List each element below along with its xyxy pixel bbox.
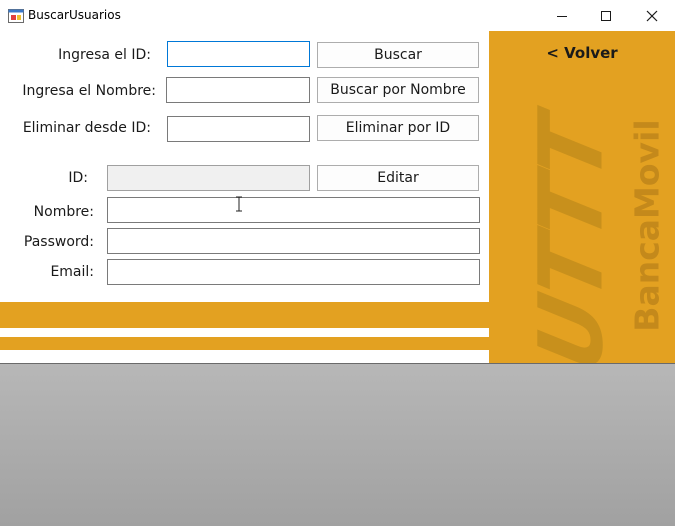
email-label: Email: bbox=[50, 264, 94, 280]
email-field[interactable] bbox=[107, 259, 480, 285]
text-cursor-icon bbox=[236, 196, 242, 212]
search-name-label: Ingresa el Nombre: bbox=[22, 83, 156, 99]
minimize-icon bbox=[557, 15, 567, 17]
close-icon bbox=[646, 10, 658, 21]
window-title: BuscarUsuarios bbox=[28, 8, 121, 22]
empty-background-area bbox=[0, 363, 675, 526]
password-field[interactable] bbox=[107, 228, 480, 254]
search-id-label: Ingresa el ID: bbox=[58, 47, 151, 63]
search-button[interactable]: Buscar bbox=[317, 42, 479, 68]
user-id-label: ID: bbox=[68, 170, 88, 186]
user-name-field[interactable] bbox=[107, 197, 480, 223]
maximize-button[interactable] bbox=[583, 0, 629, 31]
back-link[interactable]: < Volver bbox=[489, 44, 675, 62]
decorative-stripe bbox=[0, 337, 489, 350]
bancamovil-brand-text: BancaMovil bbox=[627, 119, 667, 332]
user-name-label: Nombre: bbox=[33, 204, 94, 220]
close-button[interactable] bbox=[629, 0, 675, 31]
maximize-icon bbox=[601, 10, 611, 21]
side-panel: UTTT BancaMovil < Volver bbox=[489, 31, 675, 363]
user-id-field bbox=[107, 165, 310, 191]
app-icon bbox=[8, 8, 24, 23]
search-by-name-button[interactable]: Buscar por Nombre bbox=[317, 77, 479, 103]
title-bar: BuscarUsuarios bbox=[0, 0, 675, 31]
delete-id-label: Eliminar desde ID: bbox=[22, 120, 151, 136]
minimize-button[interactable] bbox=[539, 0, 585, 31]
delete-by-id-button[interactable]: Eliminar por ID bbox=[317, 115, 479, 141]
buscar-usuarios-window: BuscarUsuarios Ingresa el ID: Buscar Ing… bbox=[0, 0, 675, 363]
decorative-stripe bbox=[0, 302, 489, 328]
search-name-input[interactable] bbox=[166, 77, 310, 103]
delete-id-input[interactable] bbox=[167, 116, 310, 142]
search-id-input[interactable] bbox=[167, 41, 310, 67]
edit-button[interactable]: Editar bbox=[317, 165, 479, 191]
password-label: Password: bbox=[23, 234, 94, 250]
uttt-logo-text: UTTT bbox=[519, 108, 623, 363]
